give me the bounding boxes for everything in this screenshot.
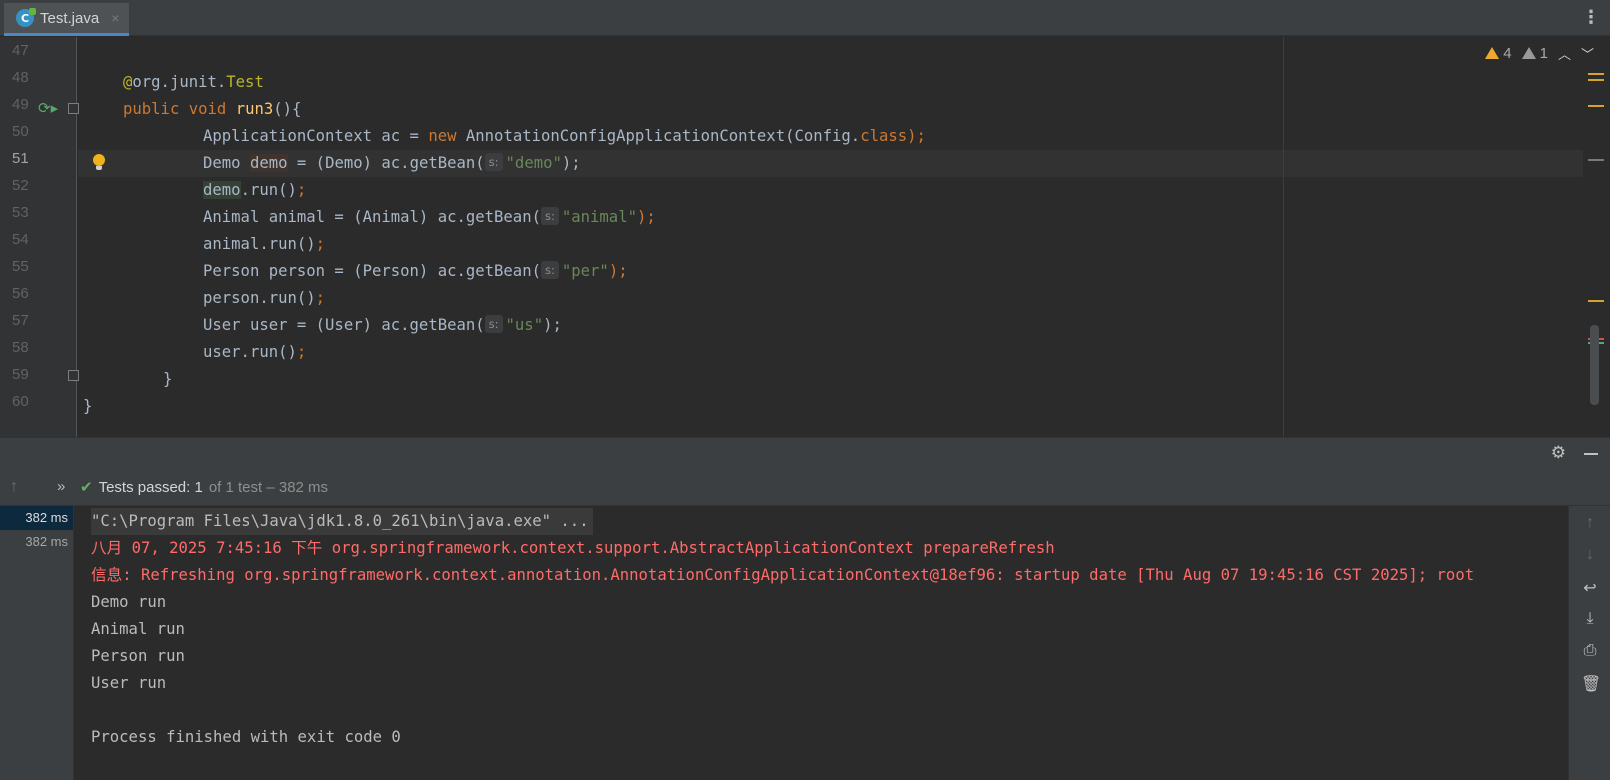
scroll-stripe-mark[interactable] <box>1588 105 1604 107</box>
code-line-57: User user = (User) ac.getBean(s: "us"); <box>203 315 562 334</box>
line-number: 51 <box>12 150 29 167</box>
java-class-icon: C <box>16 8 36 27</box>
inspection-widget[interactable]: 4 1 ︿ ﹀ <box>1485 44 1594 63</box>
tests-passed-detail: of 1 test – 382 ms <box>208 478 329 496</box>
run-test-icon[interactable]: ⟳▸ <box>38 99 58 117</box>
editor-gutter: 47 48 49 50 51 52 53 54 55 56 57 58 59 6… <box>0 37 79 437</box>
console-side-toolbar: ↑ ↓ ↩ ⤓ ⎙ 🗑 <box>1568 506 1610 780</box>
test-results-toolbar: ↑ » ✔ Tests passed: 1 of 1 test – 382 ms <box>0 470 1610 506</box>
console-output-line: Demo run <box>91 593 167 611</box>
next-highlight-icon[interactable]: ﹀ <box>1581 44 1594 63</box>
code-line-52: demo.run(); <box>203 181 307 199</box>
code-line-60: } <box>83 397 93 415</box>
scroll-stripe-mark[interactable] <box>1588 73 1604 75</box>
line-number: 52 <box>12 177 29 194</box>
code-editor[interactable]: 47 48 49 50 51 52 53 54 55 56 57 58 59 6… <box>0 37 1610 437</box>
line-number: 59 <box>12 366 29 383</box>
code-line-53: Animal animal = (Animal) ac.getBean(s: "a… <box>203 207 656 226</box>
line-number: 49 <box>12 96 29 113</box>
editor-tab-bar: C Test.java × ⋮ <box>0 0 1610 36</box>
scroll-stripe-mark[interactable] <box>1588 159 1604 161</box>
code-area[interactable]: @org.junit.Test public void run3(){ Appl… <box>83 37 1563 437</box>
close-tab-icon[interactable]: × <box>111 10 119 26</box>
trash-icon[interactable]: 🗑 <box>1581 674 1601 694</box>
parameter-hint: s: <box>540 261 559 279</box>
expand-toolbar-icon[interactable]: » <box>57 478 65 495</box>
line-number: 53 <box>12 204 29 221</box>
console-log-line: 信息: Refreshing org.springframework.conte… <box>91 566 1475 584</box>
code-line-56: person.run(); <box>203 289 326 307</box>
weak-warning-icon <box>1521 47 1536 59</box>
run-panel-header: ⚙ <box>0 437 1610 470</box>
line-number: 54 <box>12 231 29 248</box>
line-number: 60 <box>12 393 29 410</box>
line-number: 57 <box>12 312 29 329</box>
line-number: 58 <box>12 339 29 356</box>
console-output-line: User run <box>91 674 167 692</box>
test-tree-item[interactable]: 382 ms <box>0 506 73 530</box>
up-arrow-icon[interactable]: ↑ <box>1581 514 1599 532</box>
warnings-count[interactable]: 4 <box>1485 45 1512 62</box>
tests-passed-label: Tests passed: 1 <box>98 478 203 496</box>
fold-marker-icon[interactable] <box>68 103 79 114</box>
line-number: 48 <box>12 69 29 86</box>
test-tree: 382 ms 382 ms <box>0 506 74 780</box>
parameter-hint: s: <box>540 207 559 225</box>
print-icon[interactable]: ⎙ <box>1581 642 1599 660</box>
code-line-48: @org.junit.Test <box>123 73 264 91</box>
code-line-51: Demo demo = (Demo) ac.getBean(s: "demo"); <box>203 153 581 172</box>
scroll-stripe-mark[interactable] <box>1588 300 1604 302</box>
console-output-line: Person run <box>91 647 185 665</box>
line-number: 56 <box>12 285 29 302</box>
line-number: 47 <box>12 42 29 59</box>
console-log-line: 八月 07, 2025 7:45:16 下午 org.springframewo… <box>91 539 1055 557</box>
weak-warnings-count[interactable]: 1 <box>1521 45 1548 62</box>
up-arrow-icon[interactable]: ↑ <box>10 478 18 496</box>
more-options-icon[interactable]: ⋮ <box>1582 8 1600 26</box>
code-line-59: } <box>163 370 173 388</box>
console-output-line: Animal run <box>91 620 185 638</box>
code-line-50: ApplicationContext ac = new AnnotationCo… <box>203 127 926 145</box>
fold-marker-icon[interactable] <box>68 370 79 381</box>
check-icon: ✔ <box>80 479 93 496</box>
line-number: 55 <box>12 258 29 275</box>
code-line-49: public void run3(){ <box>123 100 302 118</box>
line-number: 50 <box>12 123 29 140</box>
console-command-line: "C:\Program Files\Java\jdk1.8.0_261\bin\… <box>91 508 593 535</box>
test-tree-item[interactable]: 382 ms <box>0 530 73 554</box>
warning-icon <box>1485 47 1500 59</box>
scroll-stripe-mark[interactable] <box>1588 79 1604 81</box>
code-line-58: user.run(); <box>203 343 307 361</box>
tests-passed-status: ✔ Tests passed: 1 of 1 test – 382 ms <box>80 478 329 497</box>
previous-highlight-icon[interactable]: ︿ <box>1558 44 1571 63</box>
scroll-to-end-icon[interactable]: ⤓ <box>1581 610 1599 628</box>
parameter-hint: s: <box>484 315 503 333</box>
down-arrow-icon[interactable]: ↓ <box>1581 546 1599 564</box>
console-exit-line: Process finished with exit code 0 <box>91 728 401 746</box>
code-line-54: animal.run(); <box>203 235 326 253</box>
parameter-hint: s: <box>484 153 503 171</box>
soft-wrap-icon[interactable]: ↩ <box>1581 578 1599 598</box>
gear-icon[interactable]: ⚙ <box>1551 443 1566 463</box>
console-output[interactable]: "C:\Program Files\Java\jdk1.8.0_261\bin\… <box>74 506 1568 780</box>
tab-test-java[interactable]: C Test.java × <box>4 3 130 36</box>
code-line-55: Person person = (Person) ac.getBean(s: "p… <box>203 261 628 280</box>
tab-label: Test.java <box>40 9 100 27</box>
hide-panel-icon[interactable] <box>1584 453 1598 455</box>
editor-scrollbar[interactable] <box>1590 325 1599 405</box>
